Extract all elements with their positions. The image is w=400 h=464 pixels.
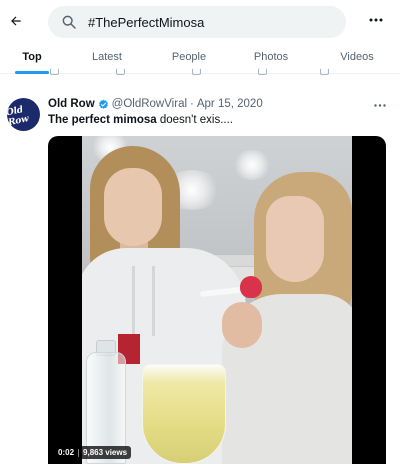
views-icon	[258, 67, 267, 75]
tab-people[interactable]: People	[150, 44, 228, 73]
handle[interactable]: @OldRowViral	[112, 98, 187, 110]
tab-label: Videos	[340, 51, 374, 63]
search-input[interactable]: #ThePerfectMimosa	[88, 15, 204, 30]
hoodie-string	[152, 266, 155, 336]
ceiling-light	[232, 150, 272, 180]
tab-label: Top	[22, 51, 42, 63]
hoodie-string	[132, 266, 135, 336]
video-stats-badge: 0:02 9,863 views	[54, 446, 132, 459]
back-button[interactable]	[6, 9, 26, 33]
meta-separator: ·	[190, 98, 194, 110]
avatar-logo-text: Old Row	[7, 104, 30, 128]
person-left-face	[104, 168, 162, 246]
tab-label: People	[171, 51, 207, 63]
arrow-left-icon	[11, 16, 21, 26]
share-icon	[320, 67, 329, 75]
tab-label: Photos	[253, 51, 289, 63]
tab-photos[interactable]: Photos	[228, 44, 314, 73]
tweet-date[interactable]: Apr 15, 2020	[197, 98, 263, 110]
more-horizontal-icon	[369, 18, 383, 22]
person-right-face	[266, 196, 324, 282]
wine-glass	[142, 364, 226, 464]
like-icon	[192, 67, 201, 75]
avatar[interactable]: Old Row	[7, 98, 40, 131]
active-tab-indicator	[15, 71, 49, 74]
tab-label: Latest	[92, 51, 122, 63]
top-bar: #ThePerfectMimosa	[0, 0, 400, 44]
video-player[interactable]: 0:02 9,863 views	[48, 136, 386, 464]
video-views: 9,863 views	[83, 448, 128, 457]
strawberry	[240, 276, 262, 298]
video-duration: 0:02	[58, 448, 75, 457]
verified-badge-icon	[98, 99, 108, 109]
tweet-header: Old Row @OldRowViral · Apr 15, 2020	[48, 98, 263, 110]
tweet-more-button[interactable]	[372, 98, 388, 112]
tweet-text: The perfect mimosa doesn't exis....	[48, 114, 233, 126]
badge-divider	[78, 448, 80, 457]
tab-latest[interactable]: Latest	[64, 44, 150, 73]
tweet[interactable]: Old Row Old Row @OldRowViral · Apr 15, 2…	[0, 84, 400, 464]
search-box[interactable]: #ThePerfectMimosa	[48, 6, 346, 38]
reply-icon	[50, 67, 59, 75]
video-frame	[82, 136, 352, 464]
more-horizontal-icon	[374, 103, 386, 107]
search-more-button[interactable]	[366, 10, 386, 30]
display-name[interactable]: Old Row	[48, 98, 95, 110]
tweet-text-rest: doesn't exis....	[156, 114, 234, 126]
retweet-icon	[116, 67, 125, 75]
search-icon	[62, 15, 76, 29]
person-right-hand	[222, 302, 262, 348]
tweet-text-bold: The perfect mimosa	[48, 114, 157, 126]
